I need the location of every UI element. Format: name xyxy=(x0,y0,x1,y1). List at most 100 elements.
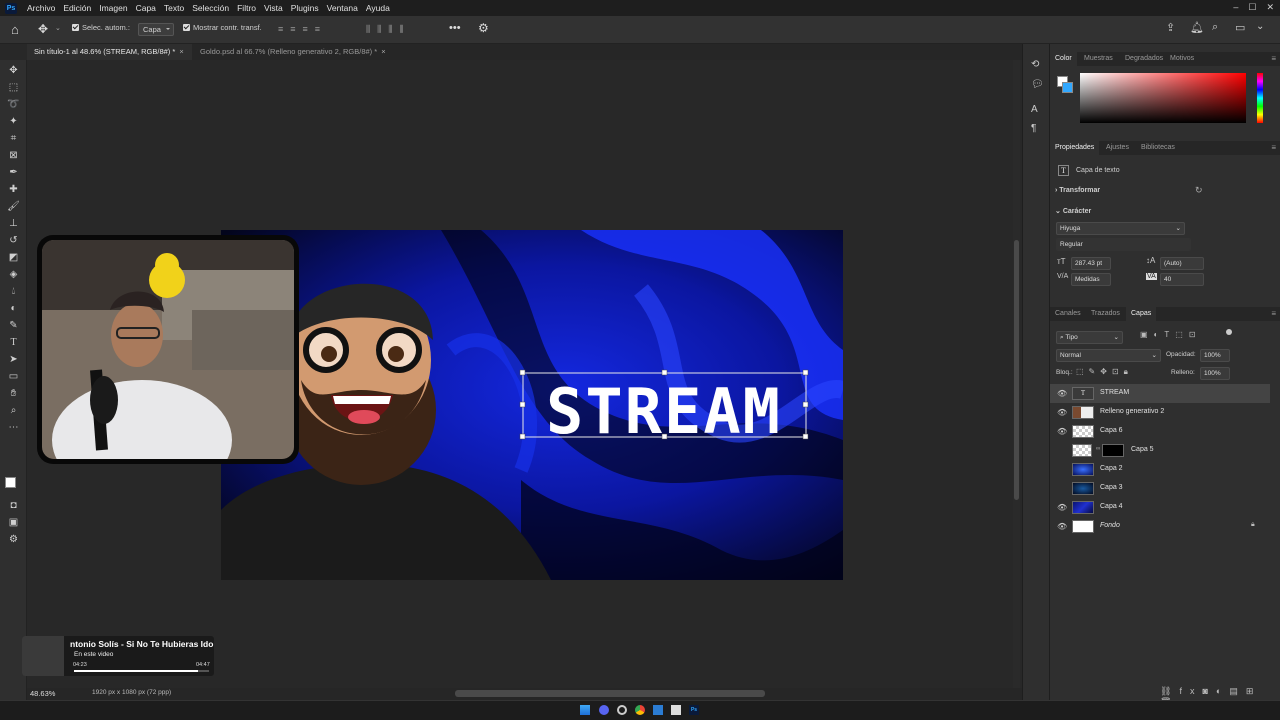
align-icons[interactable]: ≡≡≡≡ xyxy=(278,24,327,34)
tab-goldo[interactable]: Goldo.psd al 66.7% (Relleno generativo 2… xyxy=(193,44,403,60)
explorer-icon[interactable] xyxy=(653,705,663,715)
filter-icons[interactable]: ▣◐T⬚⊡ xyxy=(1140,330,1202,339)
color-picker-field[interactable] xyxy=(1080,73,1246,123)
adjustment-icon[interactable]: ◐ xyxy=(1216,686,1229,696)
menu-edicion[interactable]: Edición xyxy=(59,3,95,13)
hand-tool-icon[interactable]: ✋︎ xyxy=(6,387,21,400)
menu-ayuda[interactable]: Ayuda xyxy=(362,3,394,13)
share-icon[interactable]: ⇪ xyxy=(1166,21,1175,34)
crop-tool-icon[interactable]: ⌗ xyxy=(6,132,21,145)
tab-sin-titulo[interactable]: Sin título-1 al 48.6% (STREAM, RGB/8#) *… xyxy=(27,44,192,60)
blend-mode-dropdown[interactable]: Normal ⌄ xyxy=(1056,349,1161,362)
fill-field[interactable]: 100% xyxy=(1200,367,1230,380)
chevron-down-icon[interactable]: ⌄ xyxy=(1256,21,1264,32)
type-tool-icon[interactable]: T xyxy=(6,336,21,349)
move-tool-icon[interactable]: ✥ xyxy=(38,22,48,36)
chevron-down-icon[interactable]: ⌄ xyxy=(55,24,61,32)
workspace-icon[interactable]: ▭ xyxy=(1235,21,1245,34)
stamp-tool-icon[interactable]: ⊥ xyxy=(6,217,21,230)
font-size-field[interactable]: 287.43 pt xyxy=(1071,257,1111,270)
auto-select-checkbox[interactable] xyxy=(72,24,79,31)
tab-ajustes[interactable]: Ajustes xyxy=(1101,141,1134,155)
tab-propiedades[interactable]: Propiedades xyxy=(1050,141,1100,155)
transform-checkbox[interactable] xyxy=(183,24,190,31)
edit-toolbar-icon[interactable]: ⚙ xyxy=(6,533,21,546)
zoom-level[interactable]: 48.63% xyxy=(30,689,55,698)
maximize-icon[interactable]: ☐ xyxy=(1248,2,1256,13)
pen-tool-icon[interactable]: ✎ xyxy=(6,319,21,332)
scroll-thumb[interactable] xyxy=(1014,240,1019,500)
vertical-scrollbar[interactable] xyxy=(1013,60,1020,688)
layer-row[interactable]: 👁︎ T STREAM xyxy=(1050,384,1270,403)
layer-name[interactable]: STREAM xyxy=(1100,389,1129,396)
lock-icons[interactable]: ⬚✎✥⊡🔒︎ xyxy=(1076,367,1133,377)
close-icon[interactable]: × xyxy=(381,47,385,56)
eye-icon[interactable]: 👁︎ xyxy=(1057,503,1067,512)
panel-menu-icon[interactable]: ≡ xyxy=(1271,143,1276,152)
path-select-icon[interactable]: ➤ xyxy=(6,353,21,366)
reset-icon[interactable]: ↻ xyxy=(1195,185,1203,196)
media-popup[interactable]: ntonio Solís - Si No Te Hubieras Ido En … xyxy=(22,636,214,676)
eye-icon[interactable]: 👁︎ xyxy=(1057,389,1067,398)
gear-icon[interactable]: ⚙ xyxy=(478,21,489,35)
auto-select-dropdown[interactable]: Capa xyxy=(138,23,174,36)
frame-tool-icon[interactable]: ⊠ xyxy=(6,149,21,162)
menu-seleccion[interactable]: Selección xyxy=(188,3,233,13)
layer-filter-dropdown[interactable]: ⌕ Tipo ⌄ xyxy=(1056,331,1123,344)
quick-mask-icon[interactable]: ◘ xyxy=(6,499,21,512)
eye-hidden-icon[interactable]: · xyxy=(1057,446,1066,455)
font-family-dropdown[interactable]: Hiyuga ⌄ xyxy=(1056,222,1185,235)
font-style-dropdown[interactable]: Regular xyxy=(1056,238,1191,251)
paint-bucket-icon[interactable]: ◈ xyxy=(6,268,21,281)
eye-icon[interactable]: 👁︎ xyxy=(1057,522,1067,531)
blur-tool-icon[interactable]: 💧︎ xyxy=(6,285,21,298)
tab-bibliotecas[interactable]: Bibliotecas xyxy=(1136,141,1180,155)
mask-thumb[interactable] xyxy=(1102,444,1124,457)
brush-tool-icon[interactable]: 🖌︎ xyxy=(6,200,21,213)
more-tools-icon[interactable]: ⋯ xyxy=(6,421,21,434)
marquee-tool-icon[interactable]: ⬚ xyxy=(6,81,21,94)
rectangle-tool-icon[interactable]: ▭ xyxy=(6,370,21,383)
more-options-icon[interactable]: ••• xyxy=(449,22,461,34)
close-window-icon[interactable]: ✕ xyxy=(1266,2,1274,13)
menu-archivo[interactable]: Archivo xyxy=(23,3,59,13)
layer-row[interactable]: · ∞ Capa 5 xyxy=(1050,441,1270,460)
character-section[interactable]: ⌄ Carácter xyxy=(1055,207,1091,215)
leading-field[interactable]: (Auto) xyxy=(1160,257,1204,270)
layer-name[interactable]: Capa 2 xyxy=(1100,465,1123,472)
tab-motivos[interactable]: Motivos xyxy=(1165,52,1199,66)
media-progress-track[interactable] xyxy=(74,670,209,672)
photoshop-taskbar-icon[interactable]: Ps xyxy=(689,705,699,715)
layer-name[interactable]: Relleno generativo 2 xyxy=(1100,408,1164,415)
history-brush-icon[interactable]: ↺ xyxy=(6,234,21,247)
panel-menu-icon[interactable]: ≡ xyxy=(1271,309,1276,318)
eye-hidden-icon[interactable]: · xyxy=(1057,484,1066,493)
search-icon[interactable]: ⌕ xyxy=(1212,21,1218,34)
windows-start-icon[interactable] xyxy=(580,705,590,715)
menu-texto[interactable]: Texto xyxy=(160,3,188,13)
layer-row[interactable]: 👁︎ Fondo 🔒︎ xyxy=(1050,517,1270,536)
comments-icon[interactable]: 💬︎ xyxy=(1031,79,1044,90)
tab-muestras[interactable]: Muestras xyxy=(1079,52,1118,66)
document-info[interactable]: 1920 px x 1080 px (72 ppp) xyxy=(92,689,171,696)
fx-icon[interactable]: fx xyxy=(1179,686,1202,696)
tab-capas[interactable]: Capas xyxy=(1126,307,1157,321)
tracking-field[interactable]: 40 xyxy=(1160,273,1204,286)
magic-wand-icon[interactable]: ✦ xyxy=(6,115,21,128)
auto-select-option[interactable]: Selec. autom.: xyxy=(72,23,130,32)
layer-name[interactable]: Fondo xyxy=(1100,522,1120,529)
new-layer-icon[interactable]: ⊞ xyxy=(1246,686,1262,696)
obs-icon[interactable] xyxy=(617,705,627,715)
move-tool-icon[interactable]: ✥ xyxy=(6,64,21,77)
tab-trazados[interactable]: Trazados xyxy=(1086,307,1125,321)
dodge-tool-icon[interactable]: ◐ xyxy=(6,302,21,315)
panel-menu-icon[interactable]: ≡ xyxy=(1271,54,1276,63)
eraser-tool-icon[interactable]: ◩ xyxy=(6,251,21,264)
kerning-field[interactable]: Medidas xyxy=(1071,273,1111,286)
layer-row[interactable]: 👁︎ Relleno generativo 2 xyxy=(1050,403,1270,422)
discord-icon[interactable] xyxy=(599,705,609,715)
transform-section[interactable]: › Transformar xyxy=(1055,187,1100,194)
menu-vista[interactable]: Vista xyxy=(260,3,287,13)
eye-icon[interactable]: 👁︎ xyxy=(1057,427,1067,436)
screen-mode-icon[interactable]: ▣ xyxy=(6,516,21,529)
